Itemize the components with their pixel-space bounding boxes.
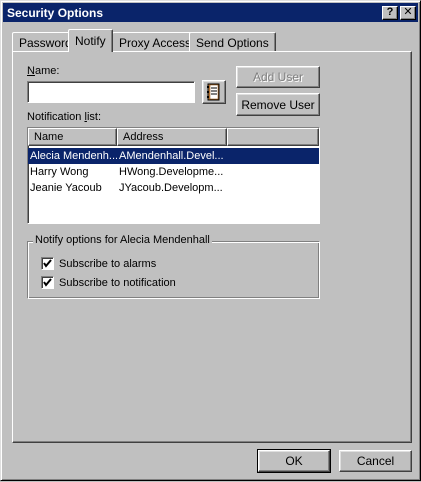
checkmark-icon	[43, 259, 52, 268]
notify-options-group	[27, 241, 320, 299]
tab-send-options[interactable]: Send Options	[189, 32, 276, 52]
address-book-button[interactable]	[202, 80, 226, 104]
remove-user-label: Remove User	[241, 97, 315, 112]
list-item[interactable]: Harry Wong HWong.Developme...	[28, 164, 319, 180]
list-item[interactable]: Jeanie Yacoub JYacoub.Developm...	[28, 180, 319, 196]
list-item-address: AMendenhall.Devel...	[119, 150, 224, 162]
help-button[interactable]: ?	[382, 5, 398, 20]
address-book-icon	[207, 83, 220, 101]
name-input[interactable]	[27, 81, 195, 103]
tab-send-options-label: Send Options	[196, 35, 269, 50]
subscribe-notification-option[interactable]: Subscribe to notification	[41, 276, 176, 289]
close-button[interactable]: ✕	[400, 5, 416, 20]
subscribe-alarms-checkbox[interactable]	[41, 257, 54, 270]
list-item-name: Harry Wong	[30, 166, 89, 178]
checkmark-icon	[43, 278, 52, 287]
subscribe-notification-checkbox[interactable]	[41, 276, 54, 289]
notify-options-group-title: Notify options for Alecia Mendenhall	[33, 234, 212, 246]
ok-label: OK	[285, 454, 303, 468]
tab-proxy-access[interactable]: Proxy Access	[112, 32, 199, 52]
close-icon: ✕	[403, 6, 413, 18]
column-header-address[interactable]: Address	[117, 128, 227, 146]
list-item[interactable]: Alecia Mendenh... AMendenhall.Devel...	[28, 148, 319, 164]
tab-notify-label: Notify	[75, 34, 106, 48]
name-label: Name:	[27, 65, 60, 77]
ok-button[interactable]: OK	[257, 449, 331, 473]
tab-proxy-access-label: Proxy Access	[119, 35, 192, 50]
subscribe-alarms-label: Subscribe to alarms	[59, 257, 157, 270]
window-title: Security Options	[7, 5, 104, 20]
help-icon: ?	[386, 6, 394, 18]
subscribe-notification-label: Subscribe to notification	[59, 276, 176, 289]
security-options-dialog: Security Options ? ✕ Password Notify Pro…	[0, 0, 421, 481]
tab-notify[interactable]: Notify	[68, 29, 113, 52]
list-item-name: Alecia Mendenh...	[30, 150, 117, 162]
remove-user-button[interactable]: Remove User	[236, 93, 320, 116]
notification-list-label: Notification list:	[27, 111, 101, 123]
add-user-label: Add User	[252, 70, 304, 84]
title-bar[interactable]: Security Options ? ✕	[3, 3, 418, 22]
cancel-button[interactable]: Cancel	[339, 450, 412, 472]
tab-password-label: Password	[19, 35, 72, 50]
column-header-empty	[227, 128, 319, 146]
add-user-button[interactable]: Add User	[236, 66, 320, 88]
notification-list[interactable]: Name Address Alecia Mendenh... AMendenha…	[27, 127, 320, 224]
list-item-address: HWong.Developme...	[119, 166, 224, 178]
column-header-name[interactable]: Name	[28, 128, 117, 146]
cancel-label: Cancel	[356, 454, 395, 468]
list-header: Name Address	[28, 128, 319, 146]
list-item-address: JYacoub.Developm...	[119, 182, 223, 194]
list-item-name: Jeanie Yacoub	[30, 182, 102, 194]
subscribe-alarms-option[interactable]: Subscribe to alarms	[41, 257, 156, 270]
